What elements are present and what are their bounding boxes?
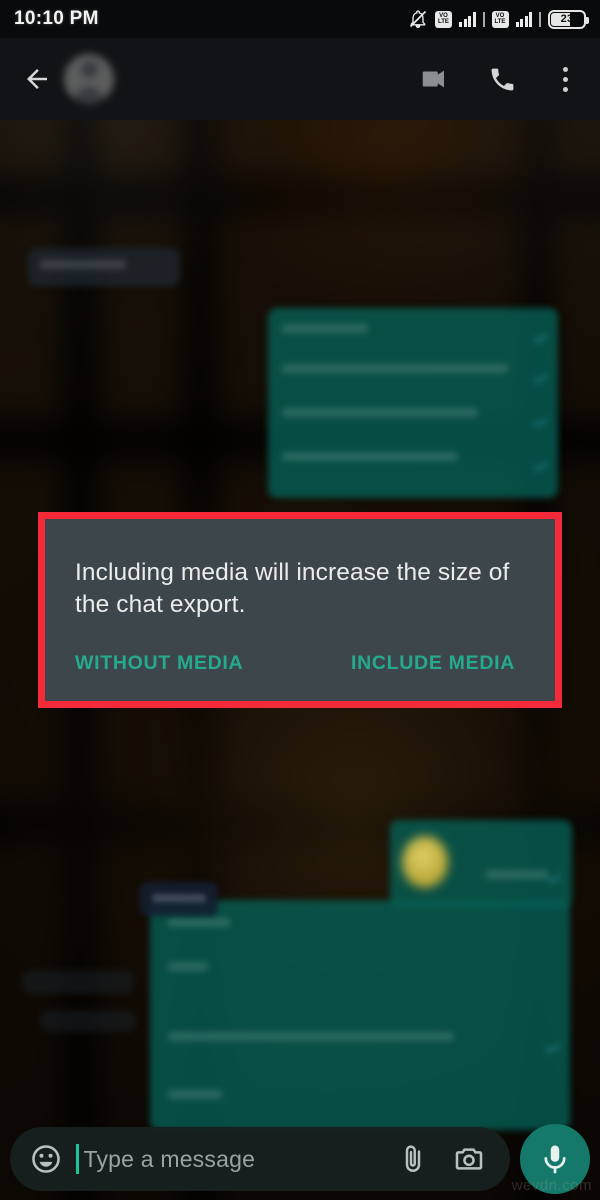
- read-receipt-icon: [545, 1044, 560, 1053]
- mute-icon: [408, 9, 428, 29]
- chat-bubble[interactable]: [390, 820, 572, 908]
- camera-icon[interactable]: [446, 1136, 492, 1182]
- read-receipt-icon: [547, 874, 562, 883]
- read-receipt-icon: [533, 462, 548, 471]
- message-placeholder: Type a message: [83, 1145, 256, 1172]
- chat-bubble[interactable]: [40, 1010, 136, 1032]
- read-receipt-icon: [533, 374, 548, 383]
- signal-bars-icon-2: [515, 11, 532, 27]
- signal-divider: [482, 11, 485, 27]
- date-pill-text: [152, 894, 206, 902]
- bubble-text-line: [282, 452, 458, 461]
- contact-name[interactable]: [130, 66, 175, 93]
- chat-bubble[interactable]: [268, 308, 558, 498]
- bubble-text-line: [486, 870, 548, 879]
- bubble-text-line: [40, 260, 126, 269]
- status-time: 10:10 PM: [14, 8, 99, 29]
- signal-divider-2: [539, 11, 541, 27]
- date-separator-pill: [140, 882, 218, 916]
- dialog-highlight-box: [38, 512, 562, 708]
- chat-bubble[interactable]: [22, 970, 134, 994]
- volte-bottom-label-2: LTE: [494, 19, 506, 25]
- battery-icon: 23: [548, 9, 589, 29]
- status-bar: 10:10 PM VO LTE VO LTE 23: [0, 0, 600, 38]
- overflow-menu-button[interactable]: [550, 57, 580, 101]
- bubble-text-line: [168, 918, 230, 927]
- message-composer-bar: Type a message: [0, 1118, 600, 1200]
- volte-bottom-label: LTE: [438, 19, 449, 25]
- bubble-text-line: [168, 1090, 222, 1099]
- emoji-icon[interactable]: [26, 1139, 66, 1179]
- read-receipt-icon: [533, 334, 548, 343]
- volte-icon: VO LTE: [435, 10, 452, 28]
- chat-bubble[interactable]: [150, 900, 570, 1130]
- phone-screen: 10:10 PM VO LTE VO LTE 23 Including medi…: [0, 0, 600, 1200]
- chat-bubble[interactable]: [28, 248, 180, 286]
- bubble-text-line: [282, 364, 508, 373]
- back-button[interactable]: [16, 58, 58, 100]
- battery-percent-label: 23: [560, 13, 574, 25]
- microphone-button[interactable]: [520, 1124, 590, 1194]
- text-caret: [76, 1144, 79, 1174]
- volte-icon-2: VO LTE: [491, 10, 509, 28]
- bubble-text-line: [282, 324, 368, 333]
- video-call-button[interactable]: [414, 57, 454, 101]
- emoji-sticker: [402, 836, 448, 888]
- paperclip-icon[interactable]: [390, 1136, 436, 1182]
- app-bar-actions: [414, 57, 584, 101]
- bubble-text-line: [168, 962, 208, 971]
- signal-bars-icon: [459, 11, 476, 27]
- bubble-text-line: [282, 408, 478, 417]
- chat-app-bar: [0, 38, 600, 120]
- status-icons: VO LTE VO LTE 23: [408, 9, 589, 29]
- message-input-field[interactable]: Type a message: [76, 1144, 390, 1174]
- avatar[interactable]: [58, 54, 114, 104]
- voice-call-button[interactable]: [482, 57, 522, 101]
- read-receipt-icon: [533, 418, 548, 427]
- bubble-text-line: [168, 1032, 454, 1041]
- message-input-pill[interactable]: Type a message: [10, 1127, 510, 1191]
